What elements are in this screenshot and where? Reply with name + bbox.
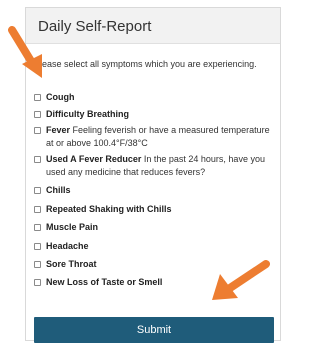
card-header: Daily Self-Report <box>26 8 280 44</box>
checkbox[interactable] <box>34 94 41 101</box>
arrow-down-left-icon <box>212 260 270 300</box>
checkbox[interactable] <box>34 261 41 268</box>
checkbox[interactable] <box>34 127 41 134</box>
symptom-repeated-shaking[interactable]: Repeated Shaking with Chills <box>34 203 274 216</box>
symptom-label: Sore Throat <box>46 259 97 269</box>
instructions-text: Please select all symptoms which you are… <box>34 59 257 69</box>
submit-button[interactable]: Submit <box>34 317 274 343</box>
arrow-down-right-icon <box>8 26 42 78</box>
card-title: Daily Self-Report <box>38 18 152 35</box>
symptom-chills[interactable]: Chills <box>34 184 274 197</box>
checkbox[interactable] <box>34 224 41 231</box>
symptom-label: Difficulty Breathing <box>46 109 130 119</box>
symptom-cough[interactable]: Cough <box>34 91 274 104</box>
symptom-used-fever-reducer[interactable]: Used A Fever Reducer In the past 24 hour… <box>34 153 274 179</box>
symptom-label: Chills <box>46 185 71 195</box>
symptom-label: Used A Fever Reducer <box>46 154 142 164</box>
symptom-label: New Loss of Taste or Smell <box>46 277 163 287</box>
checkbox[interactable] <box>34 156 41 163</box>
symptom-fever[interactable]: Fever Feeling feverish or have a measure… <box>34 124 274 150</box>
checkbox[interactable] <box>34 243 41 250</box>
symptom-label: Muscle Pain <box>46 222 99 232</box>
checkbox[interactable] <box>34 111 41 118</box>
symptom-muscle-pain[interactable]: Muscle Pain <box>34 221 274 234</box>
symptom-difficulty-breathing[interactable]: Difficulty Breathing <box>34 108 274 121</box>
symptom-label: Fever <box>46 125 71 135</box>
symptom-headache[interactable]: Headache <box>34 240 274 253</box>
symptom-description: Feeling feverish or have a measured temp… <box>46 125 270 148</box>
symptom-label: Repeated Shaking with Chills <box>46 204 172 214</box>
symptom-label: Headache <box>46 241 89 251</box>
checkbox[interactable] <box>34 187 41 194</box>
symptom-label: Cough <box>46 92 75 102</box>
checkbox[interactable] <box>34 279 41 286</box>
checkbox[interactable] <box>34 206 41 213</box>
